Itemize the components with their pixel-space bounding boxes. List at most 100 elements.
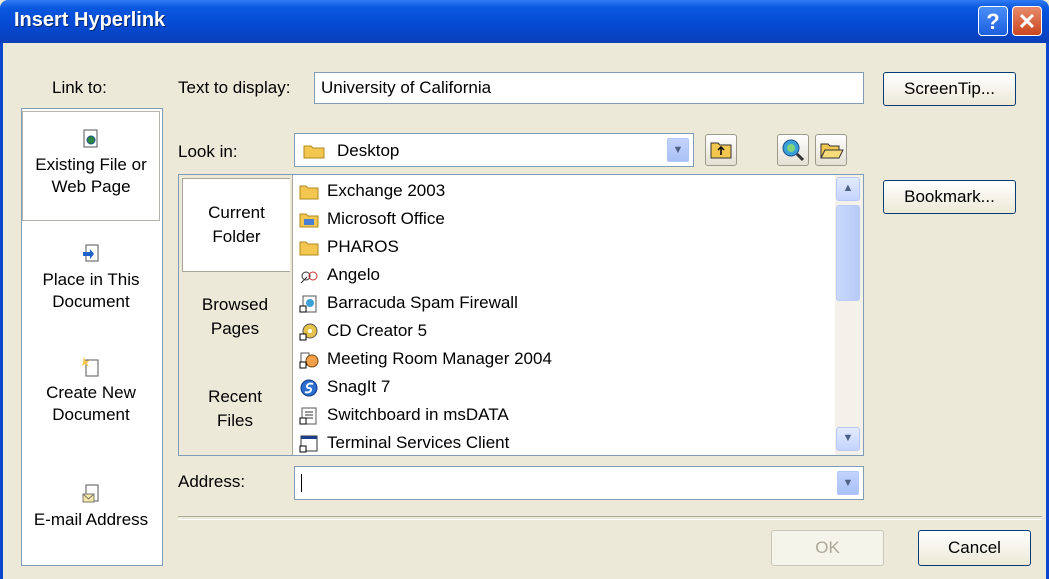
look-in-label: Look in:: [178, 142, 238, 161]
create-new-document-icon: [82, 357, 99, 377]
file-name: Terminal Services Client: [327, 433, 510, 452]
shortcut-form-icon: [299, 407, 317, 425]
link-existing-file-line2: Web Page: [51, 177, 131, 196]
tab-browsed-pages-line1: Browsed: [201, 295, 269, 314]
list-item[interactable]: Angelo: [299, 261, 380, 289]
bookmark-button[interactable]: Bookmark...: [883, 180, 1016, 214]
file-name: Microsoft Office: [327, 209, 445, 228]
shortcut-cd-icon: [299, 323, 318, 341]
link-place-in-document-line1: Place in This: [42, 270, 140, 289]
chevron-down-icon: ▼: [842, 432, 854, 444]
list-item[interactable]: Terminal Services Client: [299, 429, 509, 457]
link-existing-file[interactable]: Existing File or Web Page: [22, 111, 160, 221]
link-to-bar: Existing File or Web Page Place in This …: [21, 108, 163, 566]
scroll-up-button[interactable]: ▲: [836, 177, 860, 201]
tab-recent-files-line1: Recent: [208, 387, 262, 406]
shortcut-terminal-icon: [299, 435, 318, 453]
browse-web-icon: [782, 139, 805, 162]
address-combobox[interactable]: ▼: [294, 466, 864, 500]
list-item[interactable]: SnagIt 7: [299, 373, 390, 401]
text-to-display-value: University of California: [321, 78, 492, 97]
tab-recent-files-line2: Files: [217, 411, 253, 430]
list-item[interactable]: Meeting Room Manager 2004: [299, 345, 552, 373]
insert-hyperlink-dialog: Insert Hyperlink ? ✕ Link to: Existing F…: [0, 0, 1049, 579]
folder-icon: [303, 145, 325, 159]
text-to-display-label: Text to display:: [178, 78, 291, 97]
browse-tabs: Current Folder Browsed Pages Recent File…: [179, 175, 293, 455]
file-name: Exchange 2003: [327, 181, 446, 200]
folder-programs-icon: [299, 213, 319, 228]
browse-web-button[interactable]: [777, 134, 809, 166]
look-in-dropdown-button[interactable]: ▼: [667, 138, 689, 162]
link-create-new-document-line2: Document: [52, 405, 130, 424]
link-email-address-line1: E-mail Address: [33, 510, 149, 529]
place-in-document-icon: [83, 244, 99, 262]
file-name: Meeting Room Manager 2004: [327, 349, 552, 368]
up-one-folder-button[interactable]: [705, 134, 737, 166]
screentip-button[interactable]: ScreenTip...: [883, 72, 1016, 106]
address-dropdown-button[interactable]: ▼: [837, 471, 859, 495]
ok-button[interactable]: OK: [771, 530, 884, 566]
folder-icon: [299, 241, 319, 256]
list-item[interactable]: PHAROS: [299, 233, 399, 261]
folder-icon: [299, 185, 319, 200]
shortcut-network-icon: [300, 271, 318, 283]
file-name: Angelo: [327, 265, 380, 284]
text-caret: [301, 474, 302, 492]
address-label: Address:: [178, 472, 246, 491]
snagit-icon: [300, 379, 318, 397]
tab-current-folder-line2: Folder: [212, 227, 261, 246]
link-place-in-document-line2: Document: [52, 292, 130, 311]
link-to-label: Link to:: [52, 78, 107, 97]
tab-current-folder-line1: Current: [208, 203, 265, 222]
look-in-dropdown[interactable]: Desktop ▼: [294, 133, 694, 167]
link-email-address[interactable]: E-mail Address: [22, 483, 160, 543]
link-existing-file-line1: Existing File or: [35, 155, 147, 174]
close-button[interactable]: ✕: [1012, 6, 1042, 36]
shortcut-clock-icon: [299, 352, 319, 369]
tab-current-folder[interactable]: Current Folder: [182, 178, 290, 272]
list-item[interactable]: Barracuda Spam Firewall: [299, 289, 518, 317]
file-name: PHAROS: [327, 237, 399, 256]
email-address-icon: [82, 484, 99, 503]
list-item[interactable]: Switchboard in msDATA: [299, 401, 509, 429]
link-place-in-document[interactable]: Place in This Document: [22, 243, 160, 333]
list-item[interactable]: CD Creator 5: [299, 317, 427, 345]
open-folder-icon: [820, 143, 844, 159]
look-in-value: Desktop: [337, 141, 400, 160]
window-border-left: [0, 43, 3, 579]
list-item[interactable]: Microsoft Office: [299, 205, 445, 233]
up-folder-icon: [710, 142, 732, 159]
file-name: Switchboard in msDATA: [327, 405, 509, 424]
separator: [178, 516, 1042, 520]
chevron-up-icon: ▲: [842, 182, 854, 194]
file-list: Exchange 2003 Microsoft Office PHAROS An…: [295, 175, 835, 455]
chevron-down-icon: ▼: [672, 144, 684, 156]
text-to-display-input[interactable]: University of California: [314, 72, 864, 104]
file-browser-pane: Current Folder Browsed Pages Recent File…: [178, 174, 864, 456]
screentip-label: ScreenTip...: [903, 79, 996, 98]
bookmark-label: Bookmark...: [904, 187, 995, 206]
cancel-button[interactable]: Cancel: [918, 530, 1031, 566]
scroll-thumb[interactable]: [836, 205, 860, 301]
tab-browsed-pages-line2: Pages: [210, 319, 260, 338]
ok-label: OK: [815, 538, 840, 557]
tab-recent-files[interactable]: Recent Files: [182, 385, 288, 433]
close-icon: ✕: [1017, 9, 1037, 34]
window-title: Insert Hyperlink: [14, 9, 166, 31]
tab-browsed-pages[interactable]: Browsed Pages: [182, 293, 288, 341]
link-create-new-document[interactable]: Create New Document: [22, 356, 160, 446]
list-item[interactable]: Exchange 2003: [299, 177, 445, 205]
cancel-label: Cancel: [948, 538, 1001, 557]
file-name: Barracuda Spam Firewall: [327, 293, 518, 312]
help-button[interactable]: ?: [978, 6, 1008, 36]
file-name: SnagIt 7: [327, 377, 391, 396]
scroll-down-button[interactable]: ▼: [836, 427, 860, 451]
browse-file-button[interactable]: [815, 134, 847, 166]
title-bar[interactable]: Insert Hyperlink ? ✕: [0, 0, 1049, 43]
file-list-scrollbar[interactable]: ▲ ▼: [835, 175, 863, 455]
help-icon: ?: [986, 9, 1000, 34]
shortcut-web-icon: [299, 295, 317, 313]
link-create-new-document-line1: Create New: [46, 383, 136, 402]
existing-file-icon: [83, 129, 98, 148]
